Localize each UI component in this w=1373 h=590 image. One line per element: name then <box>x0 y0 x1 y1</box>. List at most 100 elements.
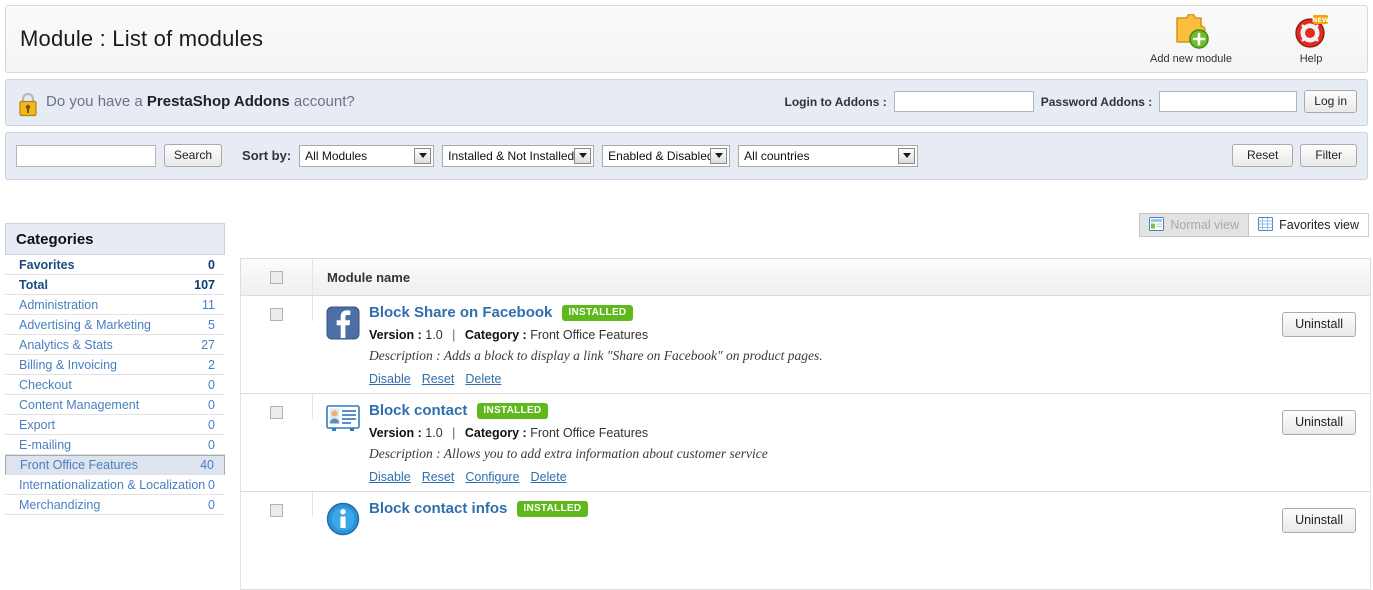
filter-button[interactable]: Filter <box>1300 144 1357 167</box>
module-name-link[interactable]: Block contact <box>369 402 467 419</box>
normal-view-label: Normal view <box>1170 218 1239 232</box>
module-action-cell: Uninstall <box>1190 492 1370 589</box>
module-action-cell: Uninstall <box>1190 394 1370 491</box>
enable-filter-value: Enabled & Disabled <box>608 149 713 163</box>
addons-login-button[interactable]: Log in <box>1304 90 1357 113</box>
delete-link[interactable]: Delete <box>465 372 501 386</box>
country-filter-value: All countries <box>744 149 809 163</box>
install-filter-select[interactable]: Installed & Not Installed <box>442 145 594 167</box>
configure-link[interactable]: Configure <box>465 470 519 484</box>
sidebar-item-content-management[interactable]: Content Management 0 <box>5 395 225 415</box>
module-meta: Version : 1.0 | Category : Front Office … <box>369 328 1190 342</box>
category-label: Billing & Invoicing <box>19 358 117 372</box>
table-row: Block contact infos INSTALLED Uninstall <box>240 492 1371 590</box>
sidebar-item-front-office-features[interactable]: Front Office Features 40 <box>5 455 225 475</box>
row-checkbox[interactable] <box>270 406 283 419</box>
reset-link[interactable]: Reset <box>422 470 455 484</box>
chevron-down-icon <box>898 148 915 164</box>
header-actions: Add new module NEW Help <box>1143 12 1359 65</box>
addons-login-label: Login to Addons : <box>785 95 887 109</box>
meta-separator: | <box>452 328 455 342</box>
module-icon-cell <box>313 296 369 393</box>
sidebar-item-checkout[interactable]: Checkout 0 <box>5 375 225 395</box>
sidebar-item-internationalization-localization[interactable]: Internationalization & Localization 0 <box>5 475 225 495</box>
module-name-link[interactable]: Block Share on Facebook <box>369 304 552 321</box>
contact-card-icon <box>326 404 360 491</box>
sidebar-item-advertising-marketing[interactable]: Advertising & Marketing 5 <box>5 315 225 335</box>
sidebar-item-emailing[interactable]: E-mailing 0 <box>5 435 225 455</box>
sidebar-item-analytics-stats[interactable]: Analytics & Stats 27 <box>5 335 225 355</box>
favorites-view-label: Favorites view <box>1279 218 1359 232</box>
module-title-line: Block Share on Facebook INSTALLED <box>369 304 1190 321</box>
prestashop-addons-link[interactable]: PrestaShop Addons <box>147 93 290 110</box>
category-label: Front Office Features <box>20 458 138 472</box>
addons-login-input[interactable] <box>894 91 1034 112</box>
disable-link[interactable]: Disable <box>369 470 411 484</box>
add-new-module-label: Add new module <box>1143 53 1239 65</box>
row-checkbox[interactable] <box>270 308 283 321</box>
filter-bar: Search Sort by: All Modules Installed & … <box>5 132 1368 180</box>
version-label: Version : <box>369 328 422 342</box>
reset-link[interactable]: Reset <box>422 372 455 386</box>
chevron-down-icon <box>414 148 431 164</box>
categories-heading: Categories <box>5 223 225 255</box>
uninstall-button[interactable]: Uninstall <box>1282 508 1356 533</box>
category-count: 11 <box>202 298 215 312</box>
description-value: Adds a block to display a link "Share on… <box>444 348 823 363</box>
sidebar-item-billing-invoicing[interactable]: Billing & Invoicing 2 <box>5 355 225 375</box>
version-value: 1.0 <box>425 328 442 342</box>
modules-filter-select[interactable]: All Modules <box>299 145 434 167</box>
category-count: 0 <box>208 398 215 412</box>
sidebar-item-administration[interactable]: Administration 11 <box>5 295 225 315</box>
row-checkbox[interactable] <box>270 504 283 517</box>
sidebar-item-export[interactable]: Export 0 <box>5 415 225 435</box>
view-toggle: Normal view Favorites view <box>1139 213 1369 237</box>
select-all-checkbox[interactable] <box>270 271 283 284</box>
category-count: 0 <box>208 498 215 512</box>
table-header-row: Module name <box>240 258 1371 296</box>
search-button[interactable]: Search <box>164 144 222 167</box>
module-actions-links: Disable Reset Delete <box>369 372 1190 386</box>
category-label: Analytics & Stats <box>19 338 113 352</box>
search-input[interactable] <box>16 145 156 167</box>
add-new-module-button[interactable]: Add new module <box>1143 12 1239 65</box>
disable-link[interactable]: Disable <box>369 372 411 386</box>
category-count: 5 <box>208 318 215 332</box>
tab-favorites-view[interactable]: Favorites view <box>1249 213 1369 237</box>
delete-link[interactable]: Delete <box>531 470 567 484</box>
sidebar-item-merchandizing[interactable]: Merchandizing 0 <box>5 495 225 515</box>
addons-password-input[interactable] <box>1159 91 1297 112</box>
country-filter-select[interactable]: All countries <box>738 145 918 167</box>
sort-by-label: Sort by: <box>242 148 291 163</box>
uninstall-button[interactable]: Uninstall <box>1282 410 1356 435</box>
page-title: Module : List of modules <box>20 26 263 52</box>
module-info: Block contact INSTALLED Version : 1.0 | … <box>369 394 1190 491</box>
addons-login-panel: Do you have a PrestaShop Addons account?… <box>5 79 1368 126</box>
help-button[interactable]: NEW Help <box>1263 12 1359 65</box>
category-label: Advertising & Marketing <box>19 318 151 332</box>
status-badge: INSTALLED <box>477 403 548 419</box>
category-label: Internationalization & Localization <box>19 478 205 492</box>
module-icon-cell <box>313 394 369 491</box>
help-label: Help <box>1263 53 1359 65</box>
sidebar-item-favorites[interactable]: Favorites 0 <box>5 255 225 275</box>
modules-filter-value: All Modules <box>305 149 367 163</box>
module-name-link[interactable]: Block contact infos <box>369 500 507 517</box>
categories-sidebar: Categories Favorites 0 Total 107 Adminis… <box>5 223 225 515</box>
module-icon-cell <box>313 492 369 589</box>
enable-filter-select[interactable]: Enabled & Disabled <box>602 145 730 167</box>
tab-normal-view[interactable]: Normal view <box>1139 213 1249 237</box>
table-row: Block Share on Facebook INSTALLED Versio… <box>240 296 1371 394</box>
module-actions-links: Disable Reset Configure Delete <box>369 470 1190 484</box>
category-value: Front Office Features <box>530 426 648 440</box>
module-title-line: Block contact INSTALLED <box>369 402 1190 419</box>
uninstall-button[interactable]: Uninstall <box>1282 312 1356 337</box>
sidebar-item-total[interactable]: Total 107 <box>5 275 225 295</box>
category-label: E-mailing <box>19 438 71 452</box>
category-count: 2 <box>208 358 215 372</box>
category-label: Export <box>19 418 55 432</box>
reset-button[interactable]: Reset <box>1232 144 1293 167</box>
modules-table: Module name Block Share on Facebook INST… <box>240 258 1371 590</box>
description-label: Description : <box>369 348 441 363</box>
column-header-module-name: Module name <box>313 270 410 285</box>
